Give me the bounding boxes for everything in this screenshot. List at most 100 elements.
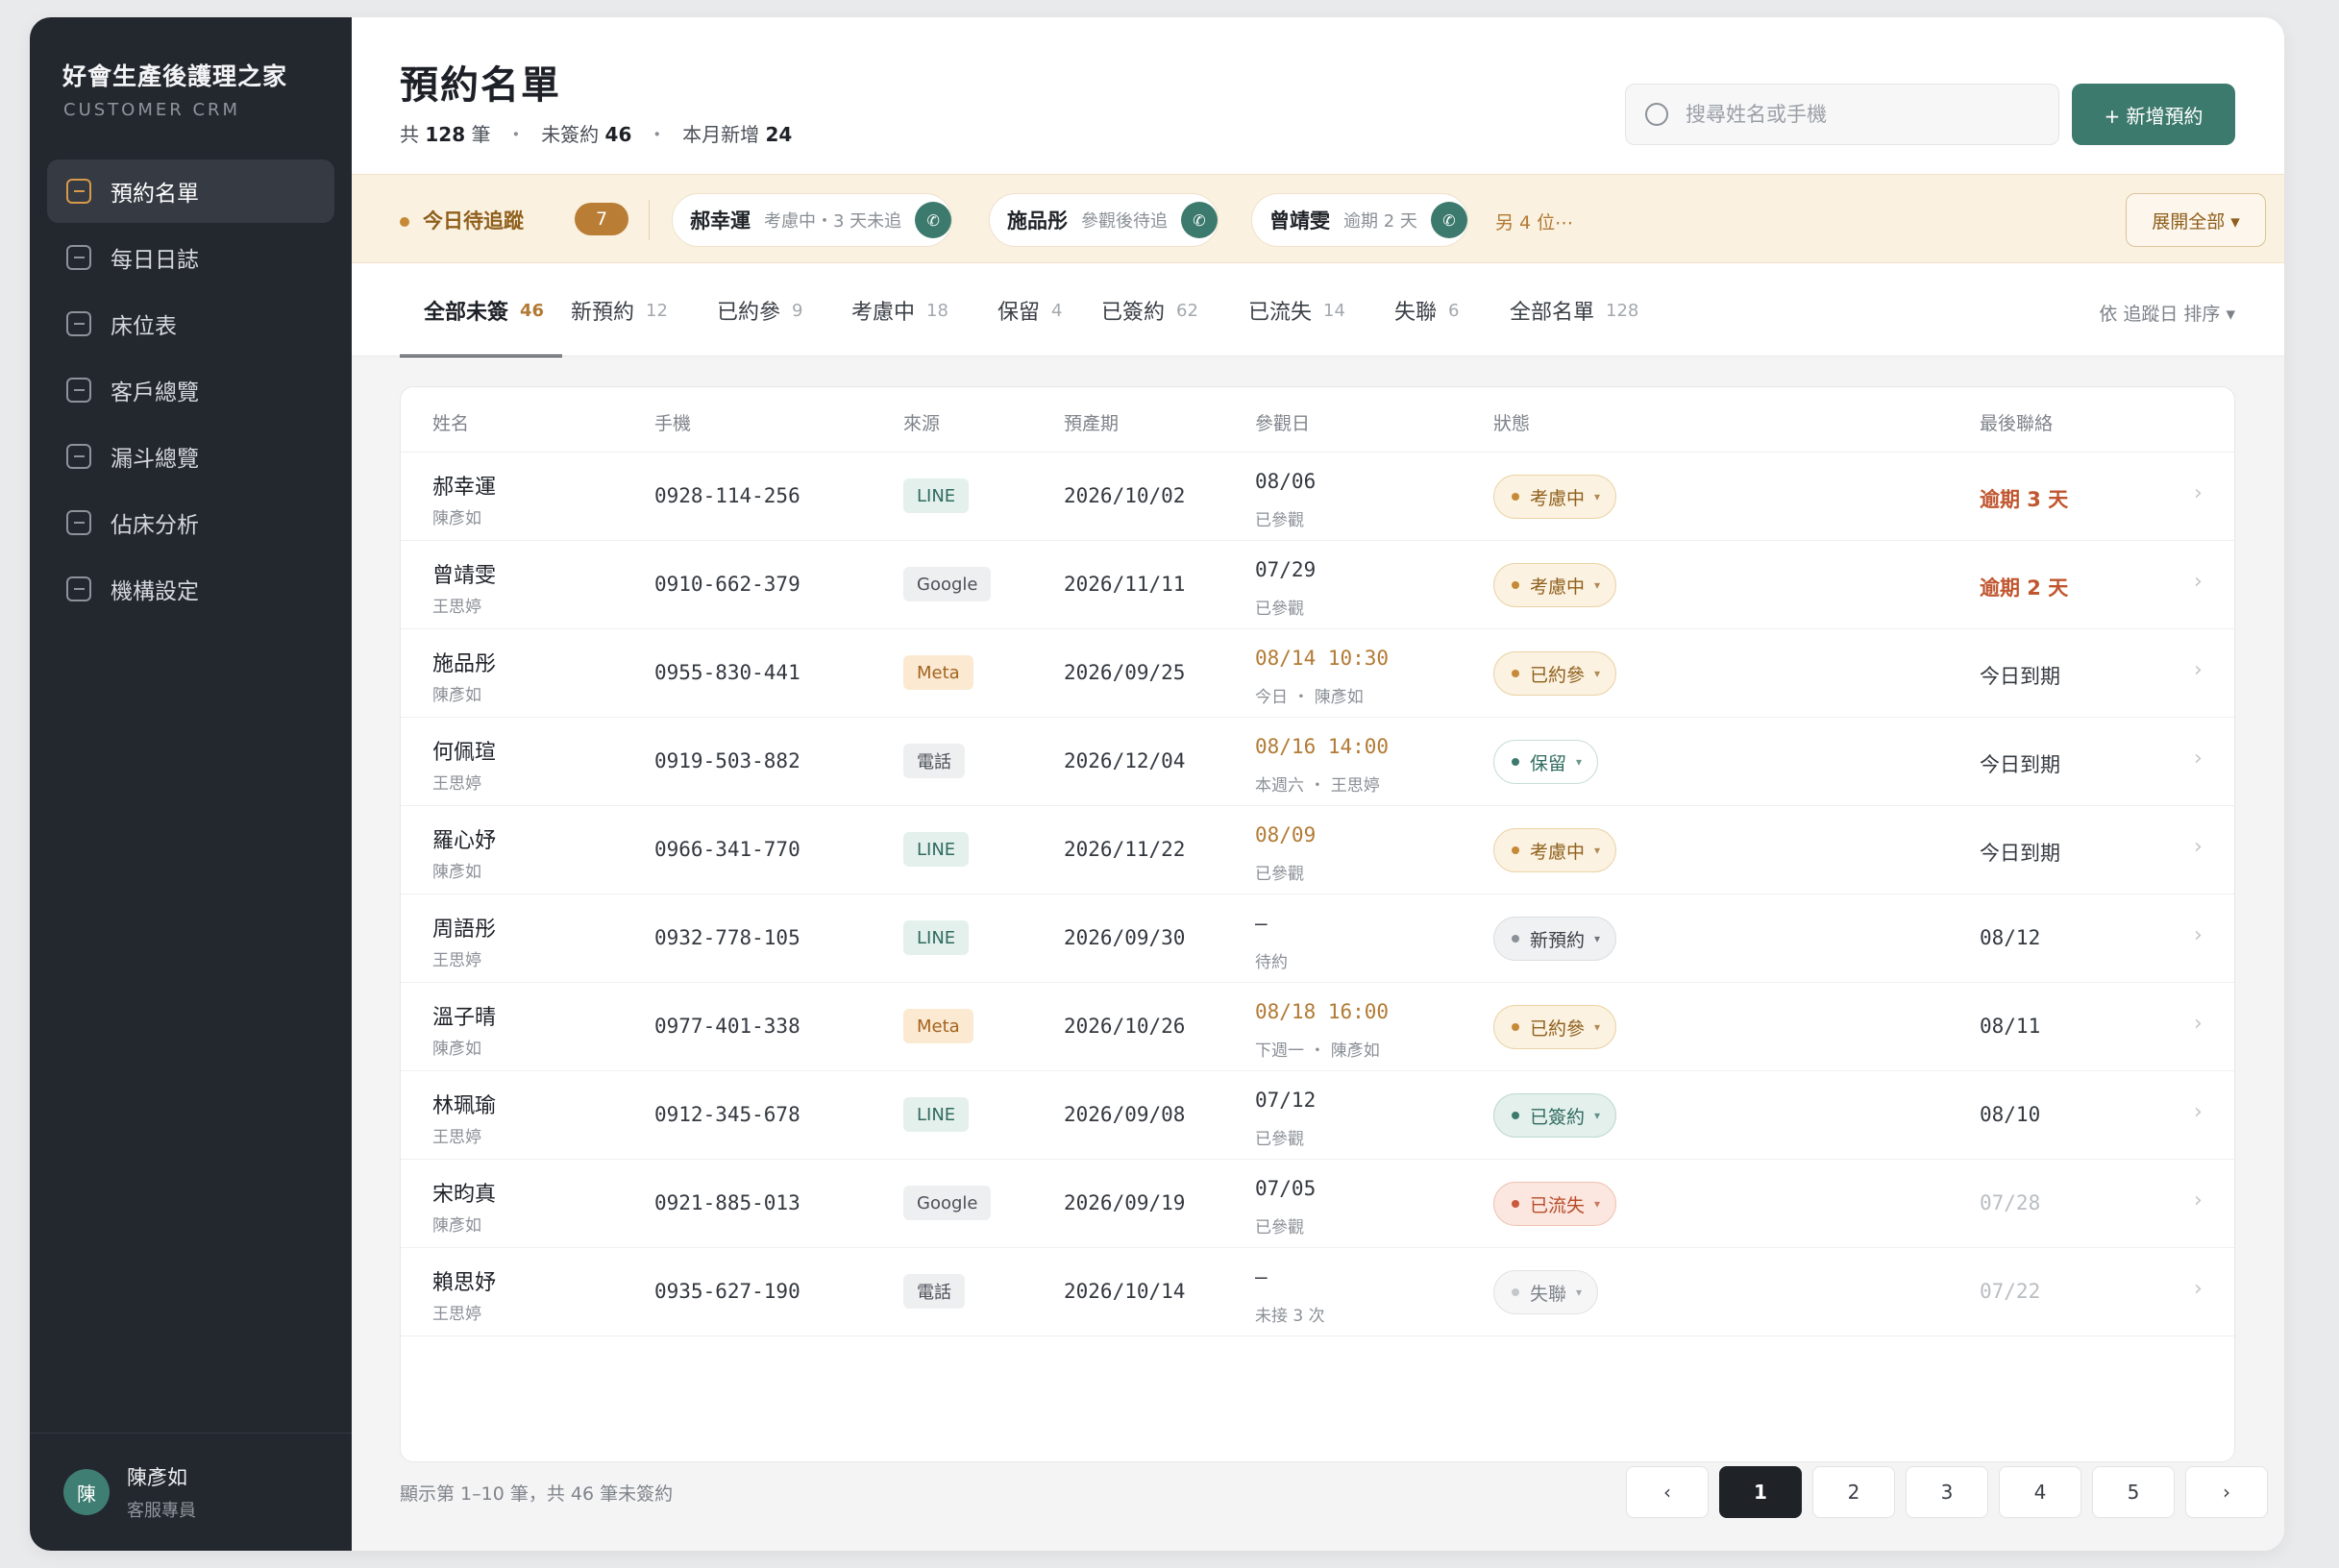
reservation-table: 姓名 手機 來源 預產期 參觀日 狀態 最後聯絡 郝幸運 陳彥如 0928-114-… — [400, 386, 2235, 1462]
sidebar-nav: 預約名單 每日日誌 床位表 客戶總覽 漏斗總覽 佔床分析 機構設定 — [47, 159, 334, 624]
table-row[interactable]: 溫子晴 陳彥如 0977-401-338 Meta 2026/10/26 08/18 16… — [401, 983, 2234, 1071]
status-dropdown[interactable]: 失聯 ▾ — [1493, 1270, 1599, 1314]
page-button-2[interactable]: 2 — [1812, 1466, 1895, 1518]
status-dropdown[interactable]: 已流失 ▾ — [1493, 1182, 1617, 1226]
sidebar-item-customers[interactable]: 客戶總覽 — [47, 358, 334, 422]
status-label: 已約參 — [1530, 664, 1586, 686]
table-row[interactable]: 羅心妤 陳彥如 0966-341-770 LINE 2026/11/22 08/09 已參觀… — [401, 806, 2234, 894]
owner-name: 王思婷 — [432, 1128, 481, 1147]
table-row[interactable]: 賴思妤 王思婷 0935-627-190 電話 2026/10/14 — 未接 3 次 失聯 ▾… — [401, 1248, 2234, 1336]
visit-note: 待約 — [1255, 953, 1288, 972]
status-dropdown[interactable]: 考慮中 ▾ — [1493, 828, 1617, 872]
page-button-1[interactable]: 1 — [1719, 1466, 1802, 1518]
sidebar-item-label: 預約名單 — [111, 182, 199, 207]
tab-lost[interactable]: 已流失 14 — [1248, 263, 1345, 357]
chevron-right-icon[interactable]: › — [2194, 1100, 2203, 1124]
chevron-right-icon[interactable]: › — [2194, 1277, 2203, 1301]
chevron-right-icon[interactable]: › — [2194, 658, 2203, 682]
next-page-button[interactable]: › — [2185, 1466, 2268, 1518]
visit-note: 本週六 ・ 王思婷 — [1255, 776, 1380, 796]
status-dropdown[interactable]: 考慮中 ▾ — [1493, 475, 1617, 519]
followup-chip[interactable]: 曾靖雯 逾期 2 天 ✆ — [1251, 193, 1468, 247]
phone-icon[interactable]: ✆ — [1430, 202, 1467, 238]
visit-note: 已參觀 — [1255, 511, 1304, 530]
table-row[interactable]: 曾靖雯 王思婷 0910-662-379 Google 2026/11/11 07/29 已… — [401, 541, 2234, 629]
sidebar-item-label: 機構設定 — [111, 579, 199, 604]
tab-signed[interactable]: 已簽約 62 — [1101, 263, 1198, 357]
page-button-4[interactable]: 4 — [1999, 1466, 2081, 1518]
chevron-right-icon[interactable]: › — [2194, 481, 2203, 505]
user-profile[interactable]: 陳 陳彥如 客服專員 — [30, 1433, 352, 1551]
sidebar-item-reservations[interactable]: 預約名單 — [47, 159, 334, 223]
status-dropdown[interactable]: 已約參 ▾ — [1493, 1005, 1617, 1049]
prev-page-button[interactable]: ‹ — [1626, 1466, 1709, 1518]
tab-unreachable[interactable]: 失聯 6 — [1394, 263, 1459, 357]
status-dropdown[interactable]: 新預約 ▾ — [1493, 917, 1617, 961]
table-row[interactable]: 郝幸運 陳彥如 0928-114-256 LINE 2026/10/02 08/06 已參觀… — [401, 453, 2234, 541]
sidebar-item-bed-chart[interactable]: 床位表 — [47, 292, 334, 355]
last-contact: 08/12 — [1980, 926, 2041, 949]
summary-line: 共 128 筆 ・ 未簽約 46 ・ 本月新增 24 — [400, 119, 792, 147]
column-header-status[interactable]: 狀態 — [1493, 409, 1530, 435]
status-dropdown[interactable]: 保留 ▾ — [1493, 740, 1599, 784]
expand-all-button[interactable]: 展開全部 ▾ — [2126, 193, 2266, 247]
phone-icon[interactable]: ✆ — [1181, 202, 1218, 238]
followup-more-link[interactable]: 另 4 位⋯ — [1495, 208, 1573, 234]
tab-count: 9 — [792, 300, 803, 321]
search-box[interactable] — [1625, 84, 2059, 145]
table-row[interactable]: 施品彤 陳彥如 0955-830-441 Meta 2026/09/25 08/14 10… — [401, 629, 2234, 718]
status-dropdown[interactable]: 已約參 ▾ — [1493, 651, 1617, 696]
chevron-down-icon: ▾ — [1594, 490, 1601, 503]
sort-dropdown[interactable]: 依 追蹤日 排序 ▾ — [2099, 300, 2235, 326]
table-row[interactable]: 林珮瑜 王思婷 0912-345-678 LINE 2026/09/08 07/12 已參觀… — [401, 1071, 2234, 1160]
column-header-due[interactable]: 預產期 — [1064, 409, 1119, 435]
status-label: 已簽約 — [1530, 1106, 1586, 1128]
chevron-right-icon[interactable]: › — [2194, 570, 2203, 594]
list-icon — [66, 179, 91, 204]
chevron-right-icon[interactable]: › — [2194, 1188, 2203, 1213]
phone-icon[interactable]: ✆ — [915, 202, 952, 238]
visit-date: 07/29 — [1255, 558, 1317, 581]
table-row[interactable]: 宋昀真 陳彥如 0921-885-013 Google 2026/09/19 07/05 已… — [401, 1160, 2234, 1248]
column-header-source[interactable]: 來源 — [903, 409, 940, 435]
sidebar-item-daily-log[interactable]: 每日日誌 — [47, 226, 334, 289]
sidebar-item-settings[interactable]: 機構設定 — [47, 557, 334, 621]
chevron-right-icon[interactable]: › — [2194, 835, 2203, 859]
sidebar-item-funnel[interactable]: 漏斗總覽 — [47, 425, 334, 488]
tab-label: 新預約 — [571, 301, 635, 325]
followup-chip[interactable]: 郝幸運 考慮中・3 天未追 ✆ — [672, 193, 953, 247]
chevron-right-icon[interactable]: › — [2194, 1012, 2203, 1036]
column-header-phone[interactable]: 手機 — [654, 409, 691, 435]
table-row[interactable]: 周語彤 王思婷 0932-778-105 LINE 2026/09/30 — 待約 新預約 ▾ 0… — [401, 894, 2234, 983]
phone-number: 0955-830-441 — [654, 661, 800, 684]
column-header-name[interactable]: 姓名 — [432, 409, 469, 435]
column-header-last-contact[interactable]: 最後聯絡 — [1980, 409, 2053, 435]
last-contact: 07/22 — [1980, 1280, 2041, 1303]
page-button-5[interactable]: 5 — [2092, 1466, 2175, 1518]
customer-name: 賴思妤 — [432, 1271, 497, 1295]
column-header-visit[interactable]: 參觀日 — [1255, 409, 1310, 435]
tab-new[interactable]: 新預約 12 — [571, 263, 668, 357]
page-button-3[interactable]: 3 — [1906, 1466, 1988, 1518]
status-dot-icon — [1512, 935, 1519, 943]
chevron-right-icon[interactable]: › — [2194, 923, 2203, 947]
tab-visit-scheduled[interactable]: 已約參 9 — [717, 263, 802, 357]
owner-name: 陳彥如 — [432, 1216, 481, 1236]
chevron-right-icon[interactable]: › — [2194, 747, 2203, 771]
status-dropdown[interactable]: 考慮中 ▾ — [1493, 563, 1617, 607]
tab-all-list[interactable]: 全部名單 128 — [1510, 263, 1638, 357]
table-row[interactable]: 何佩瑄 王思婷 0919-503-882 電話 2026/12/04 08/16 14:0… — [401, 718, 2234, 806]
status-dot-icon — [1512, 493, 1519, 501]
new-reservation-button[interactable]: + 新增預約 — [2072, 84, 2235, 145]
customer-name: 曾靖雯 — [432, 564, 497, 588]
phone-number: 0921-885-013 — [654, 1191, 800, 1214]
tab-considering[interactable]: 考慮中 18 — [851, 263, 948, 357]
tab-hold[interactable]: 保留 4 — [997, 263, 1062, 357]
followup-chip[interactable]: 施品彤 參觀後待追 ✆ — [989, 193, 1219, 247]
due-date: 2026/09/08 — [1064, 1103, 1186, 1126]
tab-all-unsigned[interactable]: 全部未簽 46 — [424, 263, 544, 357]
last-contact: 逾期 3 天 — [1980, 488, 2069, 511]
search-input[interactable] — [1686, 103, 2031, 126]
status-dropdown[interactable]: 已簽約 ▾ — [1493, 1093, 1617, 1138]
sidebar-item-occupancy[interactable]: 佔床分析 — [47, 491, 334, 554]
